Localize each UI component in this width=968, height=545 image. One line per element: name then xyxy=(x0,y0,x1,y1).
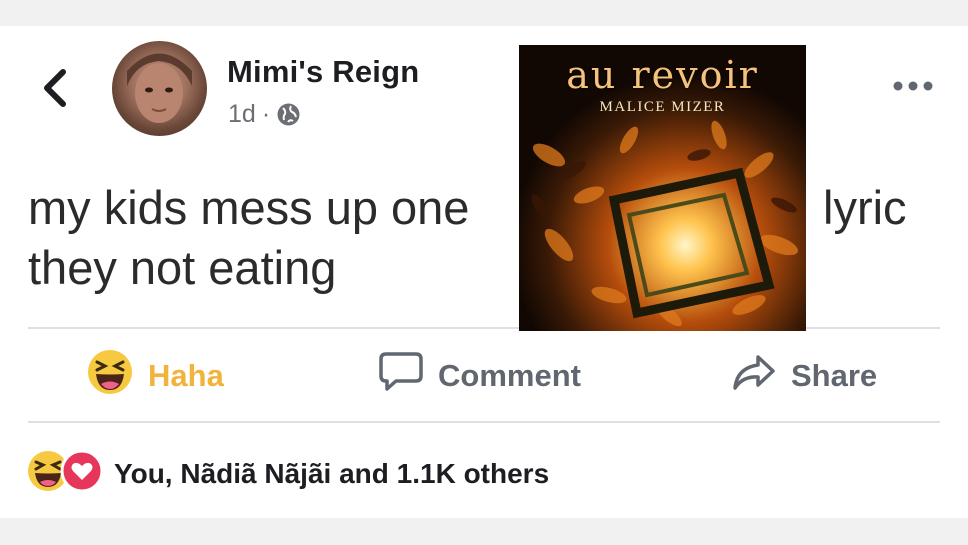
haha-button[interactable]: Haha xyxy=(86,350,224,402)
album-artist: MALICE MIZER xyxy=(599,99,726,115)
post-text-line1-end: lyric xyxy=(823,181,907,234)
comment-label: Comment xyxy=(438,358,581,393)
top-band xyxy=(0,0,968,26)
comment-button[interactable]: Comment xyxy=(378,350,581,402)
post-text-line2: they not eating xyxy=(28,241,337,294)
share-icon xyxy=(731,352,777,400)
post-author[interactable]: Mimi's Reign xyxy=(227,54,419,90)
share-label: Share xyxy=(791,358,878,393)
bottom-band xyxy=(0,518,968,545)
haha-emoji-icon xyxy=(86,348,134,404)
post-meta: 1d · xyxy=(228,100,301,129)
haha-label: Haha xyxy=(148,358,224,393)
globe-icon xyxy=(276,102,301,127)
album-cover-image: au revoir MALICE MIZER xyxy=(519,45,806,331)
divider xyxy=(28,421,940,423)
more-options-icon[interactable] xyxy=(890,77,936,95)
reactions-summary[interactable]: You, Nãdiã Nãjãi and 1.1K others xyxy=(26,449,549,498)
album-title: au revoir xyxy=(566,53,759,97)
comment-icon xyxy=(378,351,424,401)
love-reaction-icon xyxy=(60,449,104,498)
post-time[interactable]: 1d xyxy=(228,100,256,129)
share-button[interactable]: Share xyxy=(731,350,877,402)
post-text-line1: my kids mess up one xyxy=(28,181,470,234)
chevron-left-icon[interactable] xyxy=(36,62,76,114)
meta-separator: · xyxy=(261,100,271,128)
reactions-text[interactable]: You, Nãdiã Nãjãi and 1.1K others xyxy=(114,458,549,490)
avatar[interactable] xyxy=(112,41,207,136)
